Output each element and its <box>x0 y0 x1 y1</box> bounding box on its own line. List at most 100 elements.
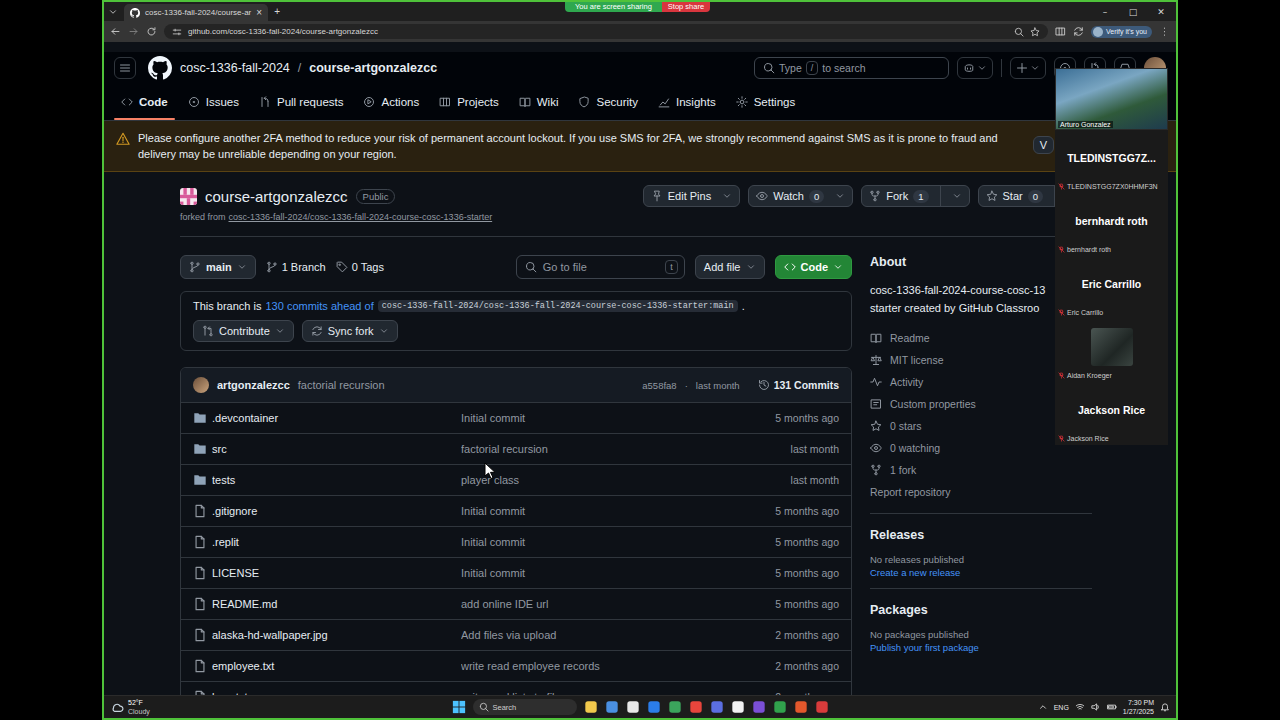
publish-package-link[interactable]: Publish your first package <box>870 642 1092 653</box>
repo-nav-tab[interactable]: Projects <box>432 84 506 120</box>
participant-tile[interactable]: Aidan Kroeger <box>1055 319 1168 382</box>
file-commit-message[interactable]: Add files via upload <box>461 629 775 641</box>
taskbar-app-icon[interactable] <box>794 700 808 714</box>
repo-title[interactable]: course-artgonzalezcc <box>205 188 348 205</box>
back-icon[interactable] <box>110 26 121 37</box>
add-file-button[interactable]: Add file <box>695 255 765 279</box>
taskbar-app-icon[interactable] <box>773 700 787 714</box>
taskbar-app-icon[interactable] <box>689 700 703 714</box>
file-commit-message[interactable]: Initial commit <box>461 412 775 424</box>
taskbar-app-icon[interactable] <box>605 700 619 714</box>
tags-link[interactable]: 0 Tags <box>336 261 384 273</box>
forward-icon[interactable] <box>128 26 139 37</box>
file-commit-message[interactable]: Initial commit <box>461 536 775 548</box>
author-avatar[interactable] <box>193 377 209 393</box>
windows-start-icon[interactable] <box>452 700 466 714</box>
owner-link[interactable]: cosc-1336-fall-2024 <box>180 61 290 75</box>
repo-nav-tab[interactable]: Security <box>571 84 645 120</box>
participant-tile[interactable]: TLEDINSTGG7Z...TLEDINSTGG7ZX0HHMF3N <box>1055 130 1168 193</box>
input-language[interactable]: ENG <box>1054 704 1069 711</box>
file-name[interactable]: LICENSE <box>212 567 461 579</box>
commits-ahead-link[interactable]: 130 commits ahead of <box>265 300 373 312</box>
file-commit-message[interactable]: Initial commit <box>461 505 775 517</box>
tab-close-button[interactable]: × <box>256 8 262 18</box>
wifi-icon[interactable] <box>1075 702 1085 712</box>
file-name[interactable]: alaska-hd-wallpaper.jpg <box>212 629 461 641</box>
file-row[interactable]: .gitignoreInitial commit5 months ago <box>181 495 851 526</box>
commit-author[interactable]: artgonzalezcc <box>217 379 290 391</box>
file-name[interactable]: employee.txt <box>212 660 461 672</box>
window-control[interactable]: □ <box>1122 7 1144 17</box>
go-to-file-field[interactable]: Go to filet <box>516 255 685 279</box>
file-name[interactable]: README.md <box>212 598 461 610</box>
repo-action-button[interactable]: Watch0 <box>748 185 853 207</box>
github-logo-icon[interactable] <box>148 56 172 80</box>
banner-button[interactable]: V <box>1033 136 1054 154</box>
taskbar-app-icon[interactable] <box>668 700 682 714</box>
repo-action-button[interactable]: Fork1 <box>861 185 969 207</box>
taskbar-app-icon[interactable] <box>710 700 724 714</box>
participant-tile[interactable]: bernhardt rothbernhardt roth <box>1055 193 1168 256</box>
notification-bell-icon[interactable] <box>1160 702 1170 712</box>
releases-title[interactable]: Releases <box>870 528 1092 542</box>
file-name[interactable]: tests <box>212 474 461 486</box>
forked-link[interactable]: cosc-1336-fall-2024/cosc-1336-fall-2024-… <box>229 212 493 222</box>
file-name[interactable]: .gitignore <box>212 505 461 517</box>
participant-tile[interactable]: Eric CarrilloEric Carrillo <box>1055 256 1168 319</box>
contribute-button[interactable]: Contribute <box>193 320 294 342</box>
tab-search-icon[interactable] <box>108 7 118 17</box>
extension-icon[interactable] <box>1055 26 1066 37</box>
file-commit-message[interactable]: Initial commit <box>461 567 775 579</box>
repo-action-button[interactable]: Edit Pins <box>643 185 740 207</box>
file-row[interactable]: employee.txtwrite read employee records2… <box>181 650 851 681</box>
file-row[interactable]: testsplayer classlast month <box>181 464 851 495</box>
tray-overflow-icon[interactable] <box>1038 702 1048 712</box>
file-row[interactable]: alaska-hd-wallpaper.jpgAdd files via upl… <box>181 619 851 650</box>
file-commit-message[interactable]: player class <box>461 474 791 486</box>
caret-icon[interactable] <box>722 191 732 201</box>
commit-message[interactable]: factorial recursion <box>298 379 385 391</box>
file-name[interactable]: .replit <box>212 536 461 548</box>
url-field[interactable]: github.com/cosc-1336-fall-2024/course-ar… <box>164 24 1048 39</box>
create-release-link[interactable]: Create a new release <box>870 567 1092 578</box>
global-search[interactable]: Type/to search <box>754 57 949 79</box>
taskbar-search[interactable]: Search <box>473 699 577 715</box>
code-button[interactable]: Code <box>775 255 853 279</box>
repo-link[interactable]: course-artgonzalezcc <box>309 61 437 75</box>
branches-link[interactable]: 1 Branch <box>266 261 326 273</box>
participant-tile[interactable]: Jackson RiceJackson Rice <box>1055 382 1168 445</box>
commit-hash[interactable]: a558fa8 <box>642 380 676 391</box>
branch-select[interactable]: main <box>180 255 256 279</box>
repo-nav-tab[interactable]: Code <box>114 84 175 120</box>
commits-link[interactable]: 131 Commits <box>758 379 839 391</box>
new-tab-button[interactable]: + <box>274 7 280 17</box>
repo-nav-tab[interactable]: Settings <box>729 84 803 120</box>
caret-icon[interactable] <box>952 191 962 201</box>
taskbar-app-icon[interactable] <box>584 700 598 714</box>
file-commit-message[interactable]: factorial recursion <box>461 443 791 455</box>
file-commit-message[interactable]: write read employee records <box>461 660 775 672</box>
repo-nav-tab[interactable]: Pull requests <box>252 84 350 120</box>
participant-video[interactable]: Arturo Gonzalez <box>1055 68 1168 130</box>
weather-widget[interactable]: 52°FCloudy <box>110 698 452 716</box>
taskbar-app-icon[interactable] <box>815 700 829 714</box>
site-settings-icon[interactable] <box>172 27 182 37</box>
file-row[interactable]: .replitInitial commit5 months ago <box>181 526 851 557</box>
repo-nav-tab[interactable]: Issues <box>181 84 246 120</box>
repo-nav-tab[interactable]: Wiki <box>512 84 566 120</box>
file-row[interactable]: README.mdadd online IDE url5 months ago <box>181 588 851 619</box>
file-row[interactable]: .devcontainerInitial commit5 months ago <box>181 402 851 433</box>
file-commit-message[interactable]: add online IDE url <box>461 598 775 610</box>
taskbar-app-icon[interactable] <box>647 700 661 714</box>
battery-icon[interactable] <box>1107 702 1117 712</box>
window-control[interactable]: ✕ <box>1150 7 1172 17</box>
sync-fork-button[interactable]: Sync fork <box>302 320 398 342</box>
sync-icon[interactable] <box>1073 26 1084 37</box>
stop-share-button[interactable]: Stop share <box>662 2 710 12</box>
browser-tab[interactable]: cosc-1336-fall-2024/course-ar× <box>124 4 268 21</box>
about-link[interactable]: 1 fork <box>870 459 1092 481</box>
verify-button[interactable]: Verify it's you <box>1091 26 1152 38</box>
reload-icon[interactable] <box>146 26 157 37</box>
file-name[interactable]: src <box>212 443 461 455</box>
repo-nav-tab[interactable]: Insights <box>651 84 723 120</box>
